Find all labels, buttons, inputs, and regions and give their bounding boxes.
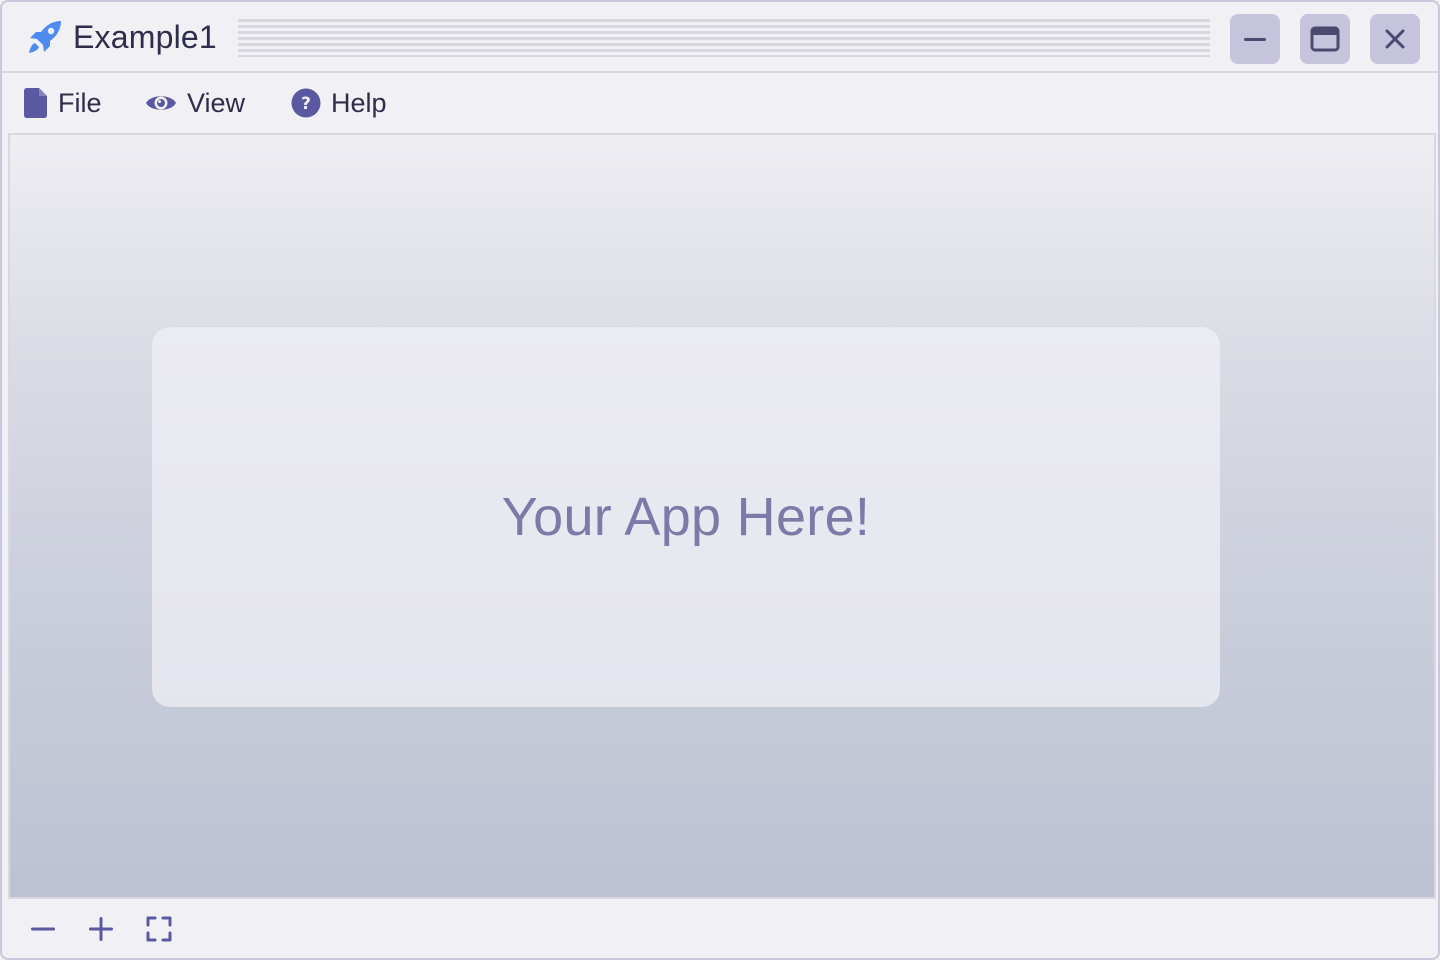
- placeholder-text: Your App Here!: [501, 487, 871, 547]
- file-icon: [24, 88, 47, 118]
- menu-item-label: File: [58, 87, 102, 118]
- menu-item-help[interactable]: ? Help: [291, 85, 387, 121]
- svg-text:?: ?: [301, 94, 311, 114]
- fit-screen-button[interactable]: [141, 911, 177, 947]
- bottom-toolbar: [2, 899, 1438, 958]
- menu-bar: File View ? Help: [2, 73, 1438, 133]
- close-icon: [1385, 29, 1405, 49]
- title-drag-handle[interactable]: [238, 19, 1210, 57]
- menu-item-label: View: [187, 87, 246, 118]
- menu-item-label: Help: [331, 87, 387, 118]
- maximize-button[interactable]: [1300, 14, 1350, 64]
- menu-item-view[interactable]: View: [145, 85, 245, 121]
- minimize-icon: [1244, 38, 1266, 41]
- zoom-in-button[interactable]: [83, 911, 119, 947]
- zoom-out-icon: [31, 927, 55, 931]
- zoom-out-button[interactable]: [25, 911, 61, 947]
- app-window: Example1 File View ? Help Your App Here!: [0, 0, 1440, 960]
- maximize-icon: [1310, 26, 1340, 52]
- zoom-in-icon: [89, 917, 113, 941]
- placeholder-card: Your App Here!: [152, 327, 1220, 707]
- minimize-button[interactable]: [1230, 14, 1280, 64]
- window-title: Example1: [73, 19, 217, 55]
- title-bar[interactable]: Example1: [2, 2, 1438, 73]
- menu-item-file[interactable]: File: [24, 85, 102, 121]
- rocket-icon: [29, 21, 61, 53]
- fit-screen-icon: [146, 916, 172, 942]
- help-icon: ?: [291, 88, 321, 118]
- close-button[interactable]: [1370, 14, 1420, 64]
- eye-icon: [146, 96, 176, 110]
- app-content-area[interactable]: Your App Here!: [8, 133, 1436, 899]
